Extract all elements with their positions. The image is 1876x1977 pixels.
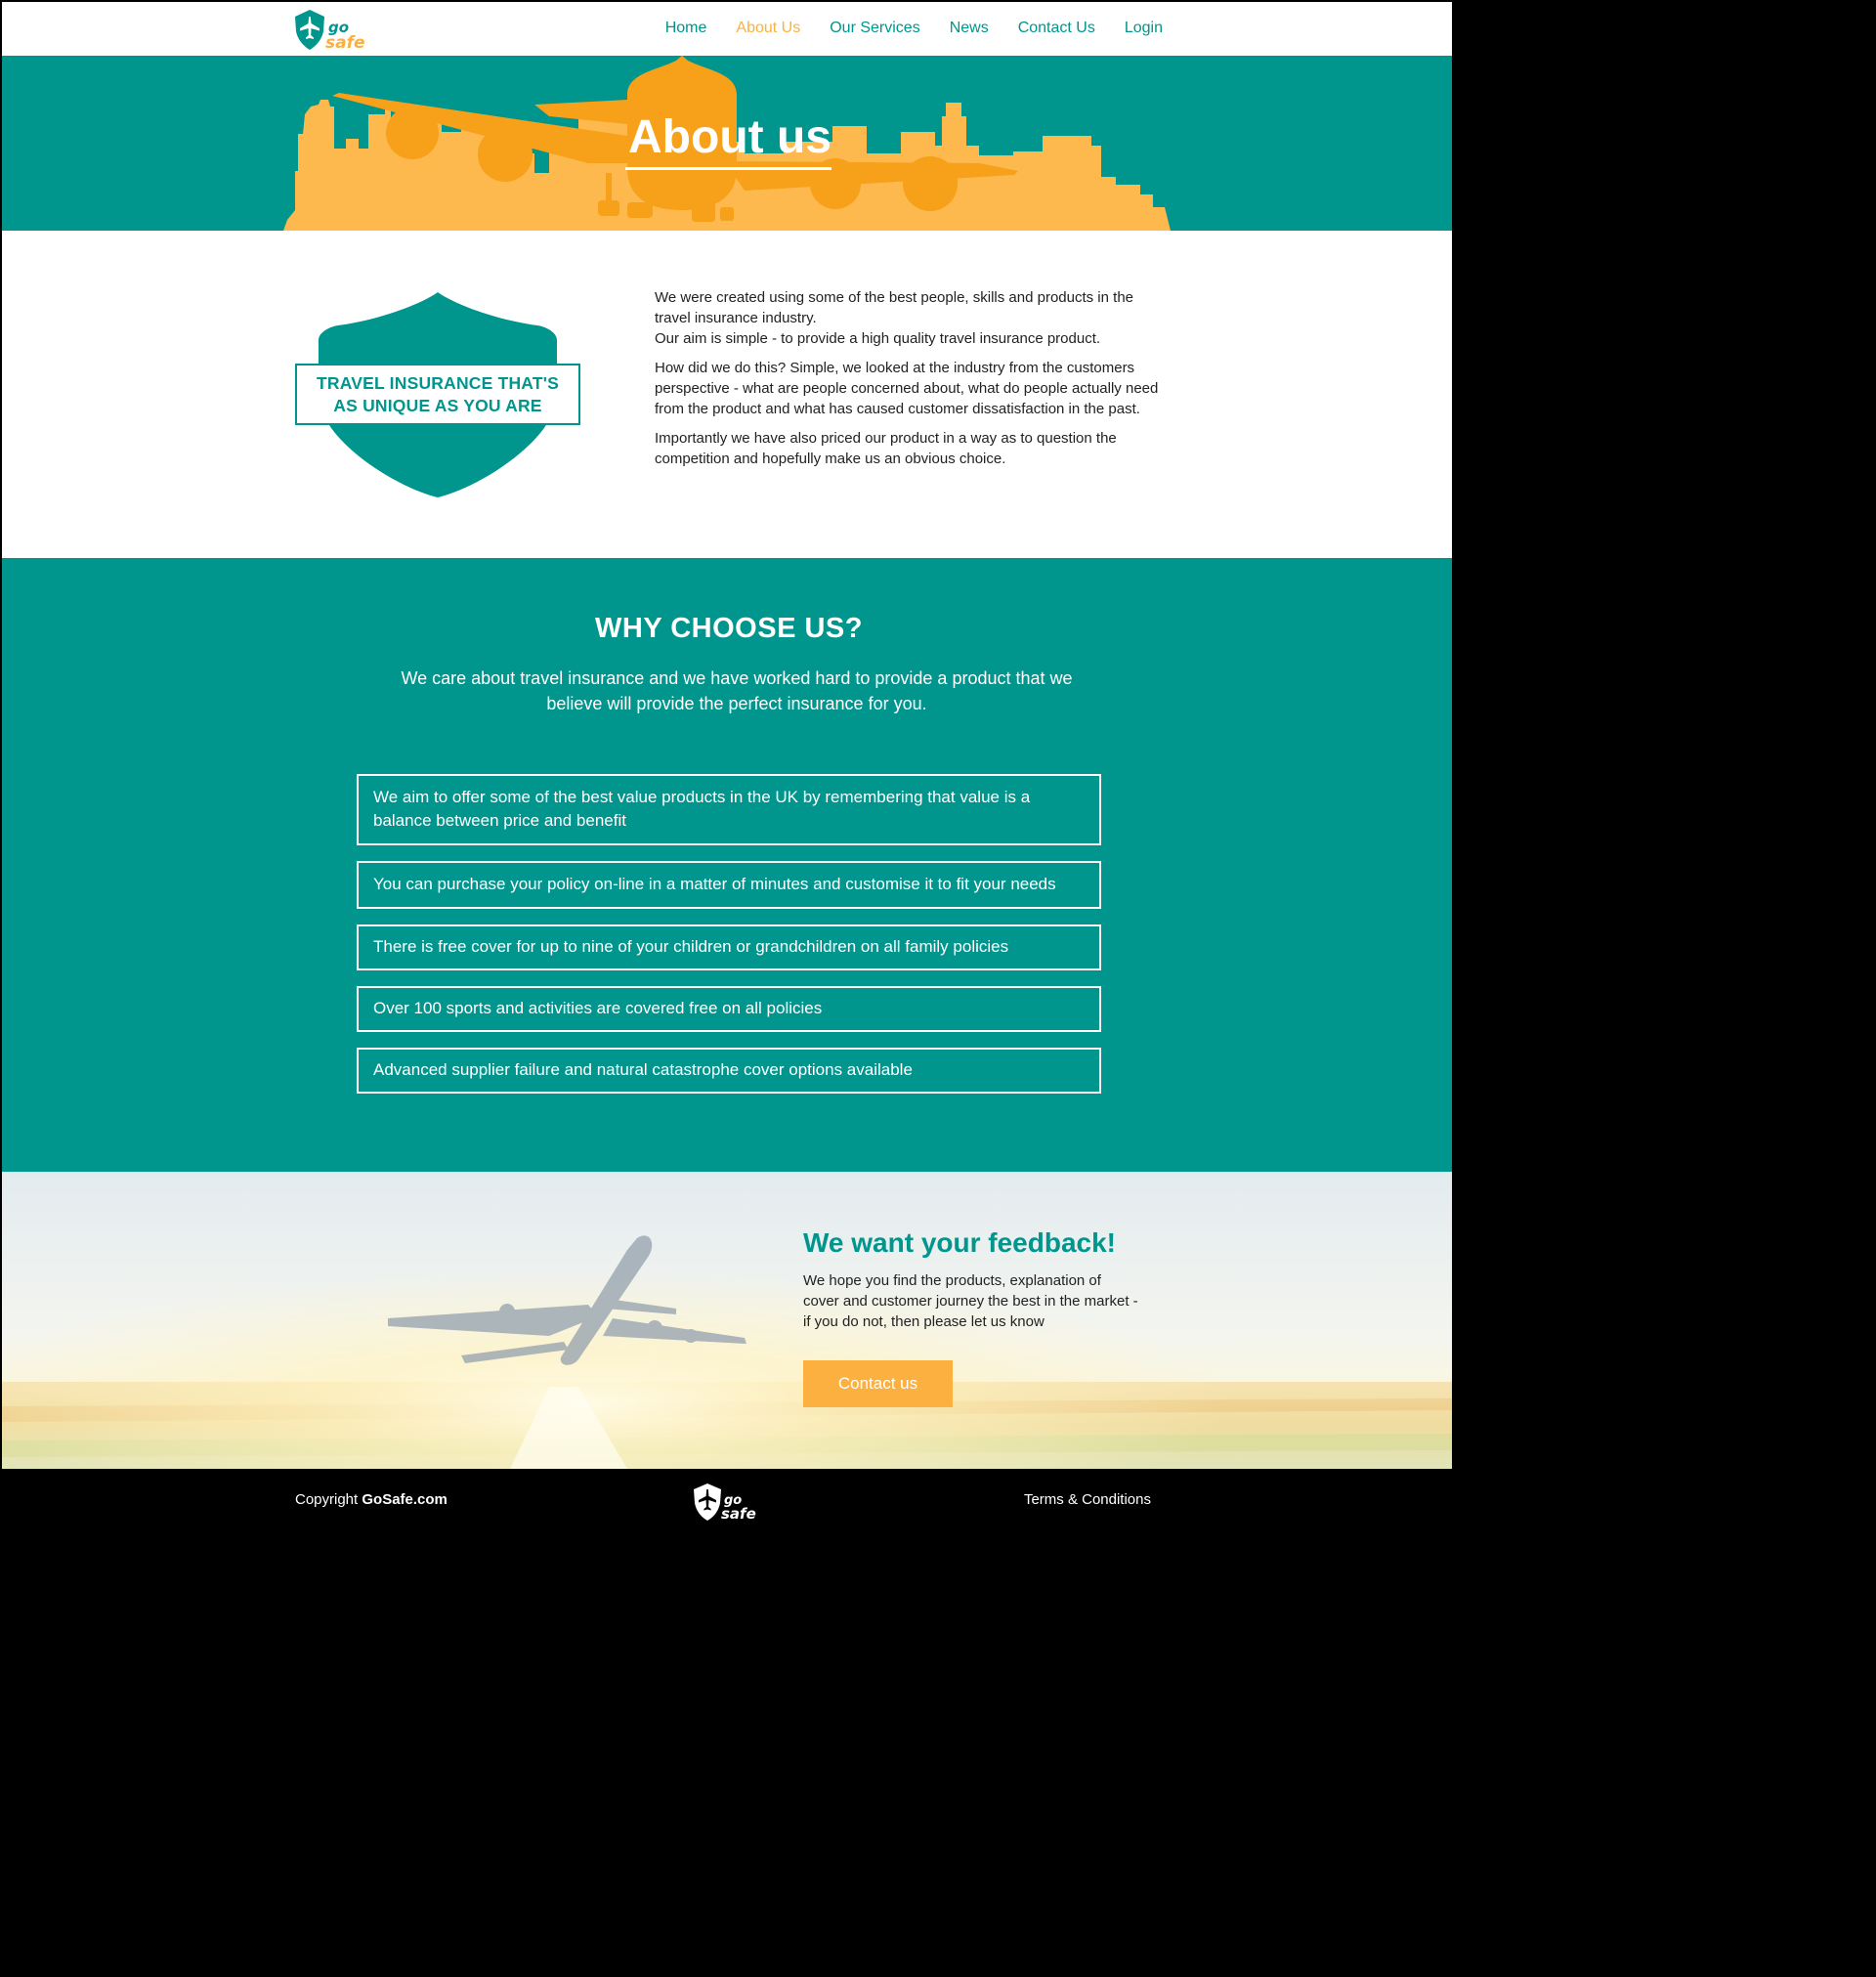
nav-contact-us[interactable]: Contact Us: [1018, 2, 1095, 56]
benefit-item: There is free cover for up to nine of yo…: [357, 924, 1101, 970]
main-nav: Home About Us Our Services News Contact …: [665, 2, 1163, 59]
benefit-item: You can purchase your policy on-line in …: [357, 861, 1101, 909]
benefit-item: Advanced supplier failure and natural ca…: [357, 1048, 1101, 1094]
why-choose-us-section: WHY CHOOSE US? We care about travel insu…: [2, 558, 1452, 1172]
runway-airplane-background: [2, 1172, 1452, 1469]
benefits-list: We aim to offer some of the best value p…: [357, 774, 1101, 1109]
terms-link[interactable]: Terms & Conditions: [1024, 1491, 1151, 1508]
intro-section: TRAVEL INSURANCE THAT'S AS UNIQUE AS YOU…: [2, 231, 1452, 558]
title-underline: [625, 167, 831, 170]
why-subtitle: We care about travel insurance and we ha…: [401, 668, 1073, 713]
feedback-title: We want your feedback!: [803, 1227, 1117, 1258]
site-header: go safe Home About Us Our Services News …: [2, 2, 1452, 59]
gosafe-logo-icon[interactable]: go safe: [692, 1483, 766, 1522]
intro-paragraph-2: How did we do this? Simple, we looked at…: [655, 360, 1159, 417]
badge-line-2: AS UNIQUE AS YOU ARE: [333, 395, 542, 415]
nav-our-services[interactable]: Our Services: [830, 2, 919, 56]
why-title: WHY CHOOSE US?: [595, 613, 863, 644]
intro-paragraph-1: We were created using some of the best p…: [655, 287, 1163, 349]
nav-home[interactable]: Home: [665, 2, 707, 56]
copyright: Copyright GoSafe.com: [295, 1491, 448, 1508]
badge-tagline: TRAVEL INSURANCE THAT'S AS UNIQUE AS YOU…: [295, 364, 580, 425]
site-footer: Copyright GoSafe.com go safe Terms & Con…: [2, 1469, 1452, 1532]
hero-banner: About us: [2, 56, 1452, 231]
nav-news[interactable]: News: [950, 2, 989, 56]
nav-about-us[interactable]: About Us: [736, 2, 800, 59]
contact-us-button[interactable]: Contact us: [803, 1360, 953, 1407]
footer-logo-word-safe: safe: [721, 1505, 756, 1522]
intro-copy: We were created using some of the best p…: [655, 287, 1163, 478]
badge-line-1: TRAVEL INSURANCE THAT'S: [317, 372, 559, 393]
page-title: About us: [628, 111, 831, 163]
copyright-brand: GoSafe.com: [362, 1491, 448, 1508]
copyright-prefix: Copyright: [295, 1491, 362, 1508]
feedback-text: We hope you find the products, explanati…: [803, 1272, 1138, 1330]
intro-paragraph-3: Importantly we have also priced our prod…: [655, 430, 1117, 467]
feedback-section: We want your feedback! We hope you find …: [2, 1172, 1452, 1469]
shield-badge: TRAVEL INSURANCE THAT'S AS UNIQUE AS YOU…: [293, 289, 582, 499]
logo-word-safe: safe: [325, 33, 365, 51]
benefit-item: Over 100 sports and activities are cover…: [357, 986, 1101, 1032]
page: go safe Home About Us Our Services News …: [0, 0, 1454, 1532]
benefit-item: We aim to offer some of the best value p…: [357, 774, 1101, 845]
intro-paragraph-1-line-1: We were created using some of the best p…: [655, 289, 1133, 326]
nav-login[interactable]: Login: [1125, 2, 1163, 56]
intro-paragraph-1-line-2: Our aim is simple - to provide a high qu…: [655, 330, 1101, 347]
gosafe-logo-icon[interactable]: go safe: [293, 8, 381, 51]
